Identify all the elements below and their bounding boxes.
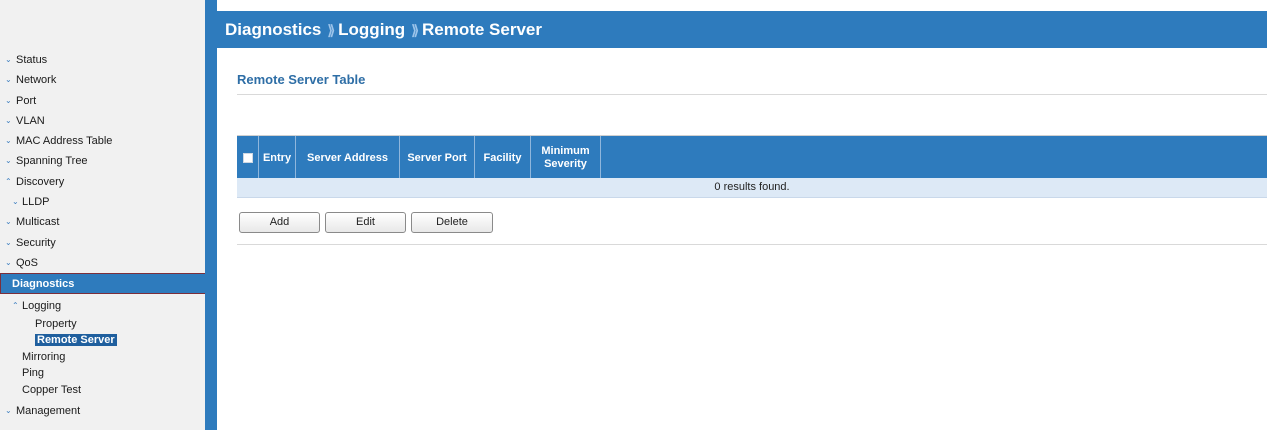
chevron-down-icon: ⌄ [5,95,12,105]
sidebar-item-management[interactable]: ⌄ Management [0,401,205,421]
table-container: Entry Server Address Server Port Facilit… [237,135,1267,180]
column-header-facility[interactable]: Facility [475,136,531,180]
chevron-down-icon: ⌄ [5,406,12,416]
column-header-server-port[interactable]: Server Port [400,136,475,180]
column-header-filler [601,136,1267,180]
sidebar-item-label: Diagnostics [12,278,75,291]
sidebar-item-label: Logging [22,299,62,312]
breadcrumb-separator-icon: ⟫ [411,22,419,38]
table-header-row: Entry Server Address Server Port Facilit… [237,135,1267,180]
chevron-down-icon: ⌄ [5,237,12,247]
page-title: Remote Server Table [237,72,366,87]
column-header-server-address[interactable]: Server Address [296,136,400,180]
sidebar-item-label: LLDP [22,196,50,209]
sidebar-nav: ⌄ Status ⌄ Network ⌄ Port ⌄ VLAN ⌄ MAC Addres… [0,50,207,422]
sidebar-item-label: QoS [16,256,39,269]
sidebar-item-label: Discovery [16,175,65,188]
chevron-down-icon: ⌄ [5,75,12,85]
sidebar-item-label: Status [16,54,48,66]
sidebar-item-vlan[interactable]: ⌄ VLAN [0,111,205,131]
sidebar-item-network[interactable]: ⌄ Network [0,70,205,90]
sidebar-item-logging[interactable]: ⌃ Logging [0,296,205,316]
sidebar-item-port[interactable]: ⌄ Port [0,91,205,111]
sidebar-item-label: Remote Server [35,334,117,347]
sidebar-item-label: Management [16,405,81,418]
sidebar-item-security[interactable]: ⌄ Security [0,233,205,253]
sidebar-item-diagnostics[interactable]: Diagnostics [0,273,207,294]
sidebar-item-ping[interactable]: Ping [0,365,205,382]
chevron-down-icon: ⌄ [5,115,12,125]
sidebar-item-label: MAC Address Table [16,135,113,148]
sidebar-item-label: Multicast [16,216,60,229]
title-divider [237,94,1267,95]
select-all-checkbox[interactable] [242,153,253,163]
breadcrumb-item-remote-server: Remote Server [421,20,542,39]
chevron-down-icon: ⌄ [5,55,12,64]
sidebar-item-lldp[interactable]: ⌄ LLDP [0,192,205,212]
sidebar-item-label: VLAN [16,114,45,127]
sidebar-item-mirroring[interactable]: Mirroring [0,349,205,366]
chevron-up-icon: ⌃ [5,176,12,186]
empty-results-message: 0 results found. [714,181,790,193]
breadcrumb: Diagnostics ⟫ Logging ⟫ Remote Server [217,11,1267,48]
breadcrumb-item-logging[interactable]: Logging [338,20,405,39]
sidebar-item-label: Spanning Tree [16,155,88,168]
chevron-up-icon: ⌃ [12,300,19,310]
sidebar-divider [205,0,217,430]
sidebar-item-mac-address-table[interactable]: ⌄ MAC Address Table [0,131,205,151]
sidebar: ⌄ Status ⌄ Network ⌄ Port ⌄ VLAN ⌄ MAC Addres… [0,0,212,430]
sidebar-item-multicast[interactable]: ⌄ Multicast [0,212,205,232]
sidebar-item-label: Security [16,236,56,249]
column-header-minimum-severity[interactable]: Minimum Severity [531,136,601,180]
delete-button[interactable]: Delete [411,212,493,233]
sidebar-item-label: Network [16,74,57,87]
chevron-down-icon: ⌄ [5,136,12,146]
sidebar-item-label: Port [16,94,37,107]
breadcrumb-separator-icon: ⟫ [327,22,335,38]
sidebar-item-remote-server[interactable]: Remote Server [0,332,205,349]
chevron-down-icon: ⌄ [12,197,19,207]
sidebar-item-property[interactable]: Property [0,316,205,333]
sidebar-item-label: Copper Test [22,383,82,396]
breadcrumb-item-diagnostics[interactable]: Diagnostics [225,20,321,39]
sidebar-item-discovery[interactable]: ⌃ Discovery [0,172,205,192]
add-button[interactable]: Add [239,212,320,233]
sidebar-item-label: Property [35,317,77,330]
sidebar-item-label: Ping [22,367,45,380]
edit-button[interactable]: Edit [325,212,406,233]
chevron-down-icon: ⌄ [5,257,12,267]
bottom-divider [237,244,1267,245]
sidebar-item-status[interactable]: ⌄ Status [0,50,205,70]
chevron-down-icon: ⌄ [5,217,12,227]
column-header-entry[interactable]: Entry [259,136,296,180]
empty-results-row: 0 results found. [237,178,1267,198]
chevron-down-icon: ⌄ [5,156,12,166]
sidebar-item-copper-test[interactable]: Copper Test [0,382,205,399]
sidebar-item-label: Mirroring [22,350,66,363]
sidebar-item-qos[interactable]: ⌄ QoS [0,253,205,273]
sidebar-item-spanning-tree[interactable]: ⌄ Spanning Tree [0,151,205,171]
select-all-cell [237,136,259,180]
